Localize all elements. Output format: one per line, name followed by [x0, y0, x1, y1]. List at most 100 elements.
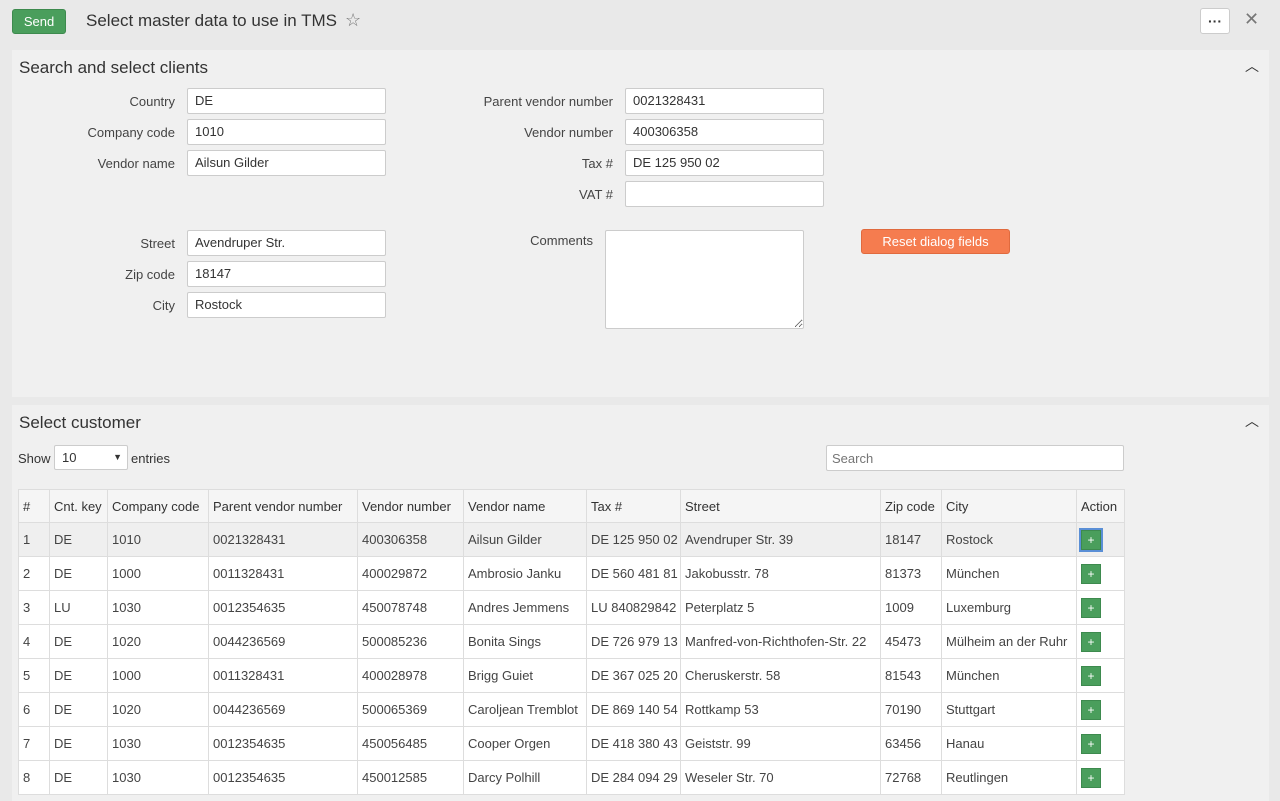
table-cell: DE 869 140 54	[586, 692, 681, 727]
action-cell: +	[1076, 692, 1125, 727]
search-panel-title: Search and select clients	[19, 58, 208, 77]
more-options-button[interactable]: ···	[1200, 8, 1230, 34]
customer-table: # Cnt. key Company code Parent vendor numbe…	[18, 489, 1125, 795]
table-cell: 70190	[880, 692, 942, 727]
comments-textarea[interactable]	[605, 230, 804, 329]
add-icon[interactable]: +	[1081, 597, 1101, 618]
add-icon[interactable]: +	[1081, 563, 1101, 584]
table-header-row: # Cnt. key Company code Parent vendor numbe…	[18, 489, 1125, 523]
add-icon[interactable]: +	[1081, 665, 1101, 686]
vendor-name-input[interactable]: Ailsun Gilder	[187, 150, 386, 176]
column-header[interactable]: Parent vendor number	[208, 489, 358, 523]
city-input[interactable]: Rostock	[187, 292, 386, 318]
table-cell: Rostock	[941, 522, 1077, 557]
table-cell: 1000	[107, 556, 209, 591]
table-cell: DE	[49, 692, 108, 727]
table-cell: 0011328431	[208, 556, 358, 591]
table-cell: 1020	[107, 692, 209, 727]
table-cell: DE 418 380 43	[586, 726, 681, 761]
table-search-input[interactable]	[826, 445, 1124, 471]
table-row[interactable]: 7 DE 1030 0012354635 450056485 Cooper Orgen DE…	[18, 726, 1125, 761]
street-input[interactable]: Avendruper Str.	[187, 230, 386, 256]
table-cell: 0012354635	[208, 726, 358, 761]
table-row[interactable]: 2 DE 1000 0011328431 400029872 Ambrosio Janku…	[18, 556, 1125, 591]
comments-label: Comments	[530, 233, 593, 248]
country-input[interactable]: DE	[187, 88, 386, 114]
table-cell: Jakobusstr. 78	[680, 556, 881, 591]
close-icon[interactable]: ✕	[1244, 9, 1259, 30]
action-cell: +	[1076, 590, 1125, 625]
table-cell: Stuttgart	[941, 692, 1077, 727]
column-header[interactable]: Vendor name	[463, 489, 587, 523]
add-icon[interactable]: +	[1081, 767, 1101, 788]
column-header[interactable]: Cnt. key	[49, 489, 108, 523]
table-cell: 3	[18, 590, 50, 625]
column-header[interactable]: Vendor number	[357, 489, 464, 523]
table-cell: 0044236569	[208, 692, 358, 727]
table-cell: Hanau	[941, 726, 1077, 761]
add-icon[interactable]: +	[1081, 631, 1101, 652]
column-header[interactable]: Zip code	[880, 489, 942, 523]
add-icon[interactable]: +	[1081, 699, 1101, 720]
table-cell: 1020	[107, 624, 209, 659]
vendor-number-input[interactable]: 400306358	[625, 119, 824, 145]
column-header[interactable]: Company code	[107, 489, 209, 523]
table-cell: DE	[49, 522, 108, 557]
column-header[interactable]: Tax #	[586, 489, 681, 523]
chevron-up-icon[interactable]: ︿	[1245, 56, 1259, 76]
table-cell: DE 560 481 81	[586, 556, 681, 591]
table-cell: 0021328431	[208, 522, 358, 557]
reset-dialog-fields-button[interactable]: Reset dialog fields	[861, 229, 1010, 254]
tax-input[interactable]: DE 125 950 02	[625, 150, 824, 176]
star-icon[interactable]: ☆	[345, 10, 361, 31]
table-row[interactable]: 8 DE 1030 0012354635 450012585 Darcy Polhill D…	[18, 760, 1125, 795]
table-row[interactable]: 4 DE 1020 0044236569 500085236 Bonita Sings DE…	[18, 624, 1125, 659]
table-cell: 1000	[107, 658, 209, 693]
show-label: Show	[18, 451, 51, 466]
table-cell: DE	[49, 658, 108, 693]
table-cell: 5	[18, 658, 50, 693]
company-code-input[interactable]: 1010	[187, 119, 386, 145]
table-row[interactable]: 1 DE 1010 0021328431 400306358 Ailsun Gilder D…	[18, 522, 1125, 557]
table-cell: Avendruper Str. 39	[680, 522, 881, 557]
table-cell: Ailsun Gilder	[463, 522, 587, 557]
table-cell: DE 726 979 13	[586, 624, 681, 659]
column-header[interactable]: Action	[1076, 489, 1125, 523]
table-row[interactable]: 6 DE 1020 0044236569 500065369 Caroljean Trem…	[18, 692, 1125, 727]
table-cell: 45473	[880, 624, 942, 659]
vendor-name-label: Vendor name	[97, 156, 175, 171]
table-cell: 63456	[880, 726, 942, 761]
column-header[interactable]: City	[941, 489, 1077, 523]
column-header[interactable]: Street	[680, 489, 881, 523]
table-cell: Mülheim an der Ruhr	[941, 624, 1077, 659]
add-icon[interactable]: +	[1081, 733, 1101, 754]
table-cell: Luxemburg	[941, 590, 1077, 625]
table-cell: DE	[49, 760, 108, 795]
chevron-up-icon[interactable]: ︿	[1245, 411, 1259, 431]
column-header[interactable]: #	[18, 489, 50, 523]
table-cell: DE	[49, 556, 108, 591]
vat-label: VAT #	[579, 187, 613, 202]
table-cell: 400028978	[357, 658, 464, 693]
table-cell: DE	[49, 624, 108, 659]
table-cell: 450012585	[357, 760, 464, 795]
action-cell: +	[1076, 624, 1125, 659]
vat-input[interactable]	[625, 181, 824, 207]
tax-label: Tax #	[581, 156, 613, 171]
dropdown-arrow-icon: ▼	[113, 452, 122, 462]
entries-select[interactable]: 10 ▼	[54, 445, 128, 470]
table-cell: 81543	[880, 658, 942, 693]
table-row[interactable]: 3 LU 1030 0012354635 450078748 Andres Jemmens…	[18, 590, 1125, 625]
action-cell: +	[1076, 658, 1125, 693]
table-row[interactable]: 5 DE 1000 0011328431 400028978 Brigg Guiet DE …	[18, 658, 1125, 693]
add-icon[interactable]: +	[1079, 527, 1103, 552]
zip-code-input[interactable]: 18147	[187, 261, 386, 287]
table-cell: 1	[18, 522, 50, 557]
street-label: Street	[140, 236, 175, 251]
parent-vendor-number-input[interactable]: 0021328431	[625, 88, 824, 114]
table-cell: Caroljean Tremblot	[463, 692, 587, 727]
parent-vendor-number-label: Parent vendor number	[483, 94, 613, 109]
table-cell: 81373	[880, 556, 942, 591]
send-button[interactable]: Send	[12, 9, 66, 34]
customer-panel-title: Select customer	[19, 413, 141, 432]
